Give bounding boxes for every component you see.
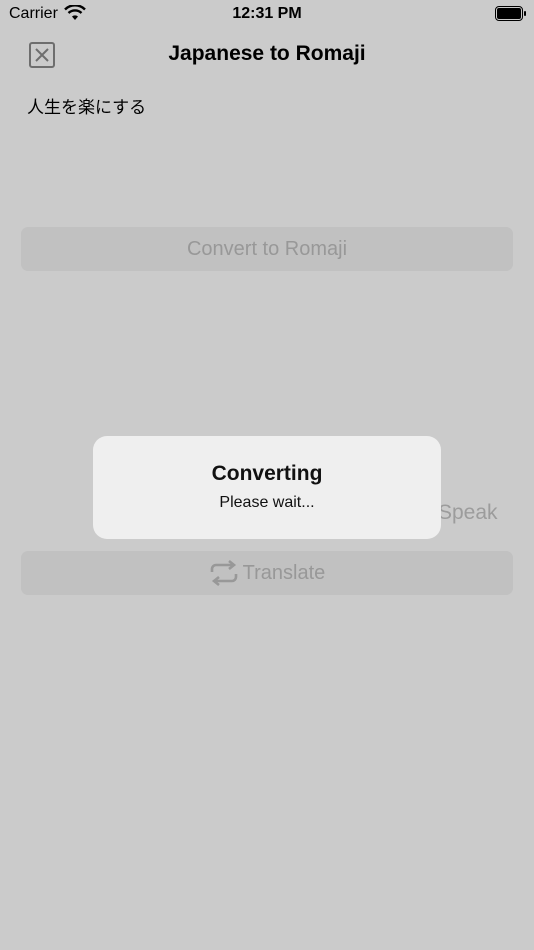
- japanese-input-text[interactable]: 人生を楽にする: [27, 93, 146, 118]
- convert-to-romaji-button[interactable]: Convert to Romaji: [21, 227, 513, 271]
- repeat-arrows-icon: [210, 560, 237, 586]
- convert-button-label: Convert to Romaji: [186, 237, 348, 260]
- battery-icon: [495, 6, 526, 21]
- hud-message: Please wait...: [219, 494, 315, 511]
- hud-title: Converting: [211, 462, 323, 485]
- page-title: Japanese to Romaji: [168, 42, 366, 65]
- status-bar: Carrier 12:31 PM: [0, 0, 534, 28]
- translate-button-label: Translate: [242, 561, 326, 584]
- clock: 12:31 PM: [232, 5, 302, 22]
- translate-button[interactable]: Translate: [21, 551, 513, 595]
- speak-button[interactable]: Speak: [438, 501, 498, 525]
- progress-hud: Converting Please wait...: [93, 436, 441, 539]
